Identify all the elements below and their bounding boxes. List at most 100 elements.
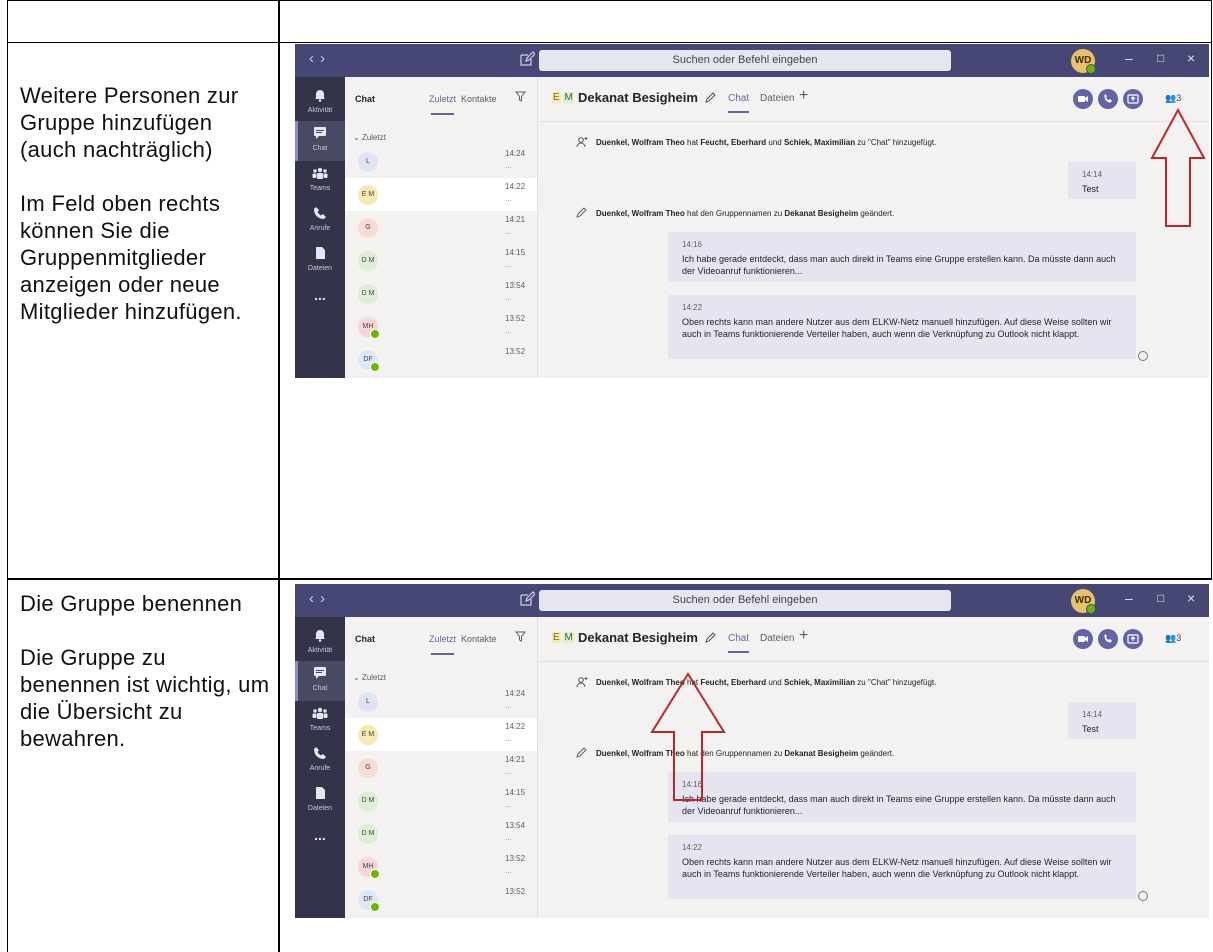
chat-time: 14:15: [505, 248, 526, 257]
compose-icon[interactable]: [519, 591, 535, 607]
rail-calls[interactable]: Anrufe: [295, 201, 345, 241]
rail-label: Dateien: [307, 805, 333, 812]
chat-list-item[interactable]: L 14:24...: [345, 145, 537, 178]
row2-description: Die Gruppe zu benennen ist wichtig, um d…: [20, 645, 270, 751]
video-call-button[interactable]: [1073, 629, 1093, 649]
rail-label: Aktivität: [307, 647, 333, 654]
pencil-icon: [576, 747, 587, 758]
section-label: Zuletzt: [361, 133, 386, 142]
chat-list-item[interactable]: DF 13:52: [345, 883, 537, 916]
rail-chat[interactable]: Chat: [295, 121, 345, 161]
participants-button[interactable]: 👥3: [1165, 93, 1181, 104]
table-border-top: [7, 0, 1212, 1]
tab-contacts[interactable]: Kontakte: [461, 94, 497, 104]
nav-arrows[interactable]: ‹›: [309, 590, 331, 607]
rail-teams[interactable]: Teams: [295, 701, 345, 741]
bell-icon: [315, 630, 325, 642]
message-2: 14:22 Oben rechts kann man andere Nutzer…: [668, 835, 1136, 899]
chat-list-item[interactable]: E M 14:22...: [345, 178, 537, 211]
close-icon[interactable]: ×: [1187, 50, 1195, 66]
chat-list-item[interactable]: MH 13:52...: [345, 310, 537, 343]
minimize-icon[interactable]: –: [1125, 50, 1133, 66]
phone-icon: [314, 747, 326, 759]
search-input[interactable]: Suchen oder Befehl eingeben: [539, 50, 951, 71]
chat-list-item[interactable]: DF 13:52: [345, 343, 537, 376]
filter-icon[interactable]: [515, 631, 526, 642]
user-avatar[interactable]: WD: [1071, 49, 1096, 74]
chat-list-item[interactable]: G 14:21...: [345, 211, 537, 244]
tab-chat[interactable]: Chat: [728, 93, 750, 113]
video-call-button[interactable]: [1073, 89, 1093, 109]
people-icon: 👥: [1165, 93, 1177, 103]
audio-call-button[interactable]: [1098, 89, 1118, 109]
message-2-time: 14:22: [682, 843, 703, 852]
rail-more[interactable]: ...: [295, 821, 345, 861]
chat-list-item[interactable]: D M 14:15...: [345, 244, 537, 277]
chat-list-item[interactable]: D M 13:54...: [345, 277, 537, 310]
group-name: Dekanat Besigheim: [578, 630, 698, 645]
chat-list-item[interactable]: L 14:24...: [345, 685, 537, 718]
nav-arrows[interactable]: ‹›: [309, 50, 331, 67]
chat-avatar-initials: D M: [361, 290, 375, 297]
chat-list-item[interactable]: E M 14:22...: [345, 718, 537, 751]
close-icon[interactable]: ×: [1187, 590, 1195, 606]
chat-time: 13:54: [505, 281, 526, 290]
rail-more[interactable]: ...: [295, 281, 345, 321]
tab-recent[interactable]: Zuletzt: [429, 94, 456, 115]
rail-activity[interactable]: Aktivität: [295, 623, 345, 663]
tab-chat[interactable]: Chat: [728, 633, 750, 653]
user-avatar[interactable]: WD: [1071, 589, 1096, 614]
tab-recent[interactable]: Zuletzt: [429, 634, 456, 655]
sys1-mid2: und: [766, 138, 784, 147]
share-screen-button[interactable]: [1123, 89, 1143, 109]
rail-label: Dateien: [307, 265, 333, 272]
app-rail: Aktivität Chat Teams Anrufe Dateien ...: [295, 617, 345, 918]
minimize-icon[interactable]: –: [1125, 590, 1133, 606]
chat-pane: E M Dekanat Besigheim Chat Dateien + 👥3 …: [538, 77, 1209, 378]
tab-contacts[interactable]: Kontakte: [461, 634, 497, 644]
initial-m: M: [563, 632, 574, 643]
message-1: 14:16 Ich habe gerade entdeckt, dass man…: [668, 772, 1136, 822]
add-tab-icon[interactable]: +: [799, 627, 808, 645]
share-screen-button[interactable]: [1123, 629, 1143, 649]
chat-list-item[interactable]: MH 13:52...: [345, 850, 537, 883]
section-label: Zuletzt: [361, 673, 386, 682]
rail-activity[interactable]: Aktivität: [295, 83, 345, 123]
chat-header: E M Dekanat Besigheim Chat Dateien + 👥3: [538, 77, 1209, 122]
teams-icon: [312, 707, 328, 719]
rail-calls[interactable]: Anrufe: [295, 741, 345, 781]
chat-list-item[interactable]: D M 14:15...: [345, 784, 537, 817]
search-input[interactable]: Suchen oder Befehl eingeben: [539, 590, 951, 611]
chat-list-item[interactable]: D M 13:54...: [345, 817, 537, 850]
rail-teams[interactable]: Teams: [295, 161, 345, 201]
audio-call-button[interactable]: [1098, 629, 1118, 649]
chat-avatar: L: [358, 152, 378, 172]
rail-files[interactable]: Dateien: [295, 241, 345, 281]
chat-avatar: L: [358, 692, 378, 712]
add-person-icon: [576, 677, 588, 688]
add-tab-icon[interactable]: +: [799, 87, 808, 105]
chat-list-item[interactable]: G 14:21...: [345, 751, 537, 784]
people-icon: 👥: [1165, 633, 1177, 643]
maximize-icon[interactable]: □: [1157, 51, 1164, 65]
filter-icon[interactable]: [515, 91, 526, 102]
maximize-icon[interactable]: □: [1157, 591, 1164, 605]
message-2-text: Oben rechts kann man andere Nutzer aus d…: [682, 857, 1112, 879]
pencil-icon[interactable]: [705, 92, 716, 103]
chat-avatar: MH: [358, 857, 380, 879]
chat-avatar-initials: D M: [361, 797, 375, 804]
compose-icon[interactable]: [519, 51, 535, 67]
pencil-icon[interactable]: [705, 632, 716, 643]
system-message-added: Duenkel, Wolfram Theo hat Feucht, Eberha…: [596, 138, 936, 147]
tab-files[interactable]: Dateien: [760, 633, 794, 644]
rail-chat[interactable]: Chat: [295, 661, 345, 701]
presence-dot: [370, 902, 380, 912]
rail-files[interactable]: Dateien: [295, 781, 345, 821]
section-recent: ⌄ Zuletzt: [353, 133, 386, 142]
chat-preview: ...: [505, 800, 512, 809]
participants-button[interactable]: 👥3: [1165, 633, 1181, 644]
chat-time: 14:21: [505, 215, 526, 224]
message-1-time: 14:16: [682, 780, 703, 789]
chat-preview: ...: [505, 833, 512, 842]
tab-files[interactable]: Dateien: [760, 93, 794, 104]
